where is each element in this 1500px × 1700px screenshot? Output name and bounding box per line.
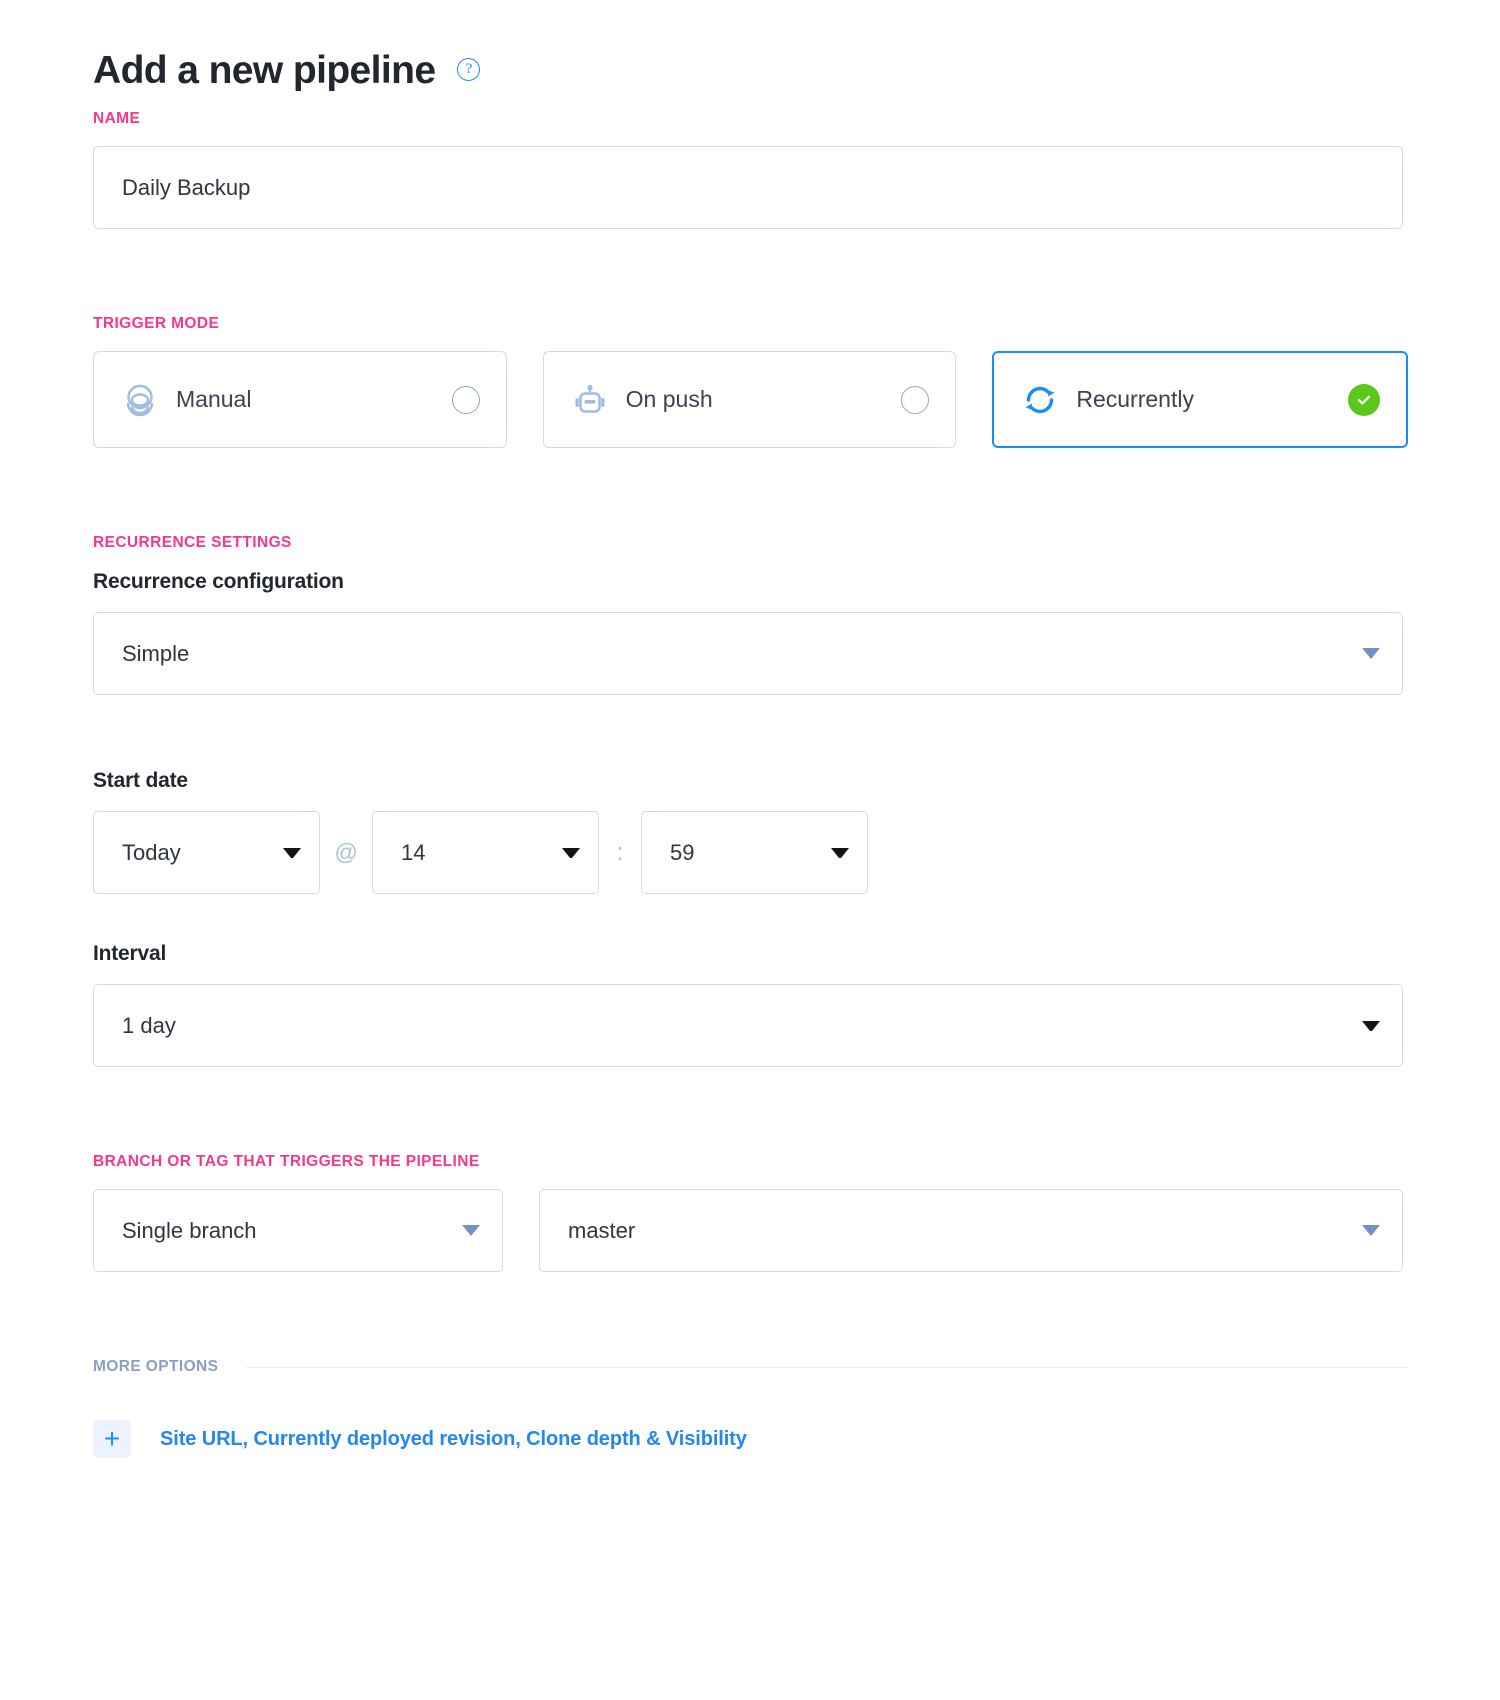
more-options-expand-link[interactable]: Site URL, Currently deployed revision, C… (160, 1428, 747, 1451)
trigger-mode-label: TRIGGER MODE (93, 315, 1408, 333)
branch-row: Single branch master (93, 1189, 1408, 1272)
recurrence-settings-section: RECURRENCE SETTINGS Recurrence configura… (93, 534, 1408, 1067)
start-time-hour-value: 14 (401, 840, 552, 866)
chevron-down-icon (1362, 1225, 1380, 1236)
radio-manual[interactable] (452, 386, 480, 414)
interval-label: Interval (93, 942, 1408, 966)
trigger-option-manual-label: Manual (176, 386, 452, 413)
add-pipeline-page: Add a new pipeline ? NAME Daily Backup T… (0, 0, 1500, 1700)
chevron-down-icon (562, 848, 580, 858)
chevron-down-icon (283, 848, 301, 858)
start-date-day-select[interactable]: Today (93, 811, 320, 894)
trigger-mode-section: TRIGGER MODE Manual (93, 315, 1408, 448)
page-header: Add a new pipeline ? (93, 0, 1408, 110)
more-options-section: MORE OPTIONS + Site URL, Currently deplo… (93, 1358, 1408, 1458)
trigger-option-manual[interactable]: Manual (93, 351, 507, 448)
chevron-down-icon (831, 848, 849, 858)
chevron-down-icon (1362, 1021, 1380, 1031)
form-content: Add a new pipeline ? NAME Daily Backup T… (93, 0, 1408, 1458)
hand-stack-icon (120, 380, 160, 420)
page-title: Add a new pipeline (93, 50, 435, 93)
trigger-option-recurrently-label: Recurrently (1076, 386, 1348, 413)
name-section: NAME Daily Backup (93, 110, 1408, 229)
start-time-hour-select[interactable]: 14 (372, 811, 599, 894)
recurrence-configuration-select[interactable]: Simple (93, 612, 1403, 695)
start-date-label: Start date (93, 769, 1408, 793)
start-date-day-value: Today (122, 840, 273, 866)
recurrence-settings-label: RECURRENCE SETTINGS (93, 534, 1408, 552)
at-separator: @ (320, 839, 372, 866)
divider (246, 1367, 1408, 1368)
branch-label: BRANCH OR TAG THAT TRIGGERS THE PIPELINE (93, 1153, 1408, 1171)
radio-on-push[interactable] (901, 386, 929, 414)
name-label: NAME (93, 110, 1408, 128)
pipeline-name-input[interactable]: Daily Backup (93, 146, 1403, 229)
more-options-header: MORE OPTIONS (93, 1358, 1408, 1376)
trigger-option-on-push[interactable]: On push (543, 351, 957, 448)
refresh-circular-arrows-icon (1020, 380, 1060, 420)
chevron-down-icon (462, 1225, 480, 1236)
branch-section: BRANCH OR TAG THAT TRIGGERS THE PIPELINE… (93, 1153, 1408, 1272)
branch-name-value: master (568, 1218, 1352, 1244)
recurrence-configuration-label: Recurrence configuration (93, 570, 1408, 594)
trigger-option-recurrently[interactable]: Recurrently (992, 351, 1408, 448)
more-options-label: MORE OPTIONS (93, 1358, 218, 1376)
interval-value: 1 day (122, 1013, 1352, 1039)
chevron-down-icon (1362, 648, 1380, 659)
start-date-row: Today @ 14 : 59 (93, 811, 1408, 894)
start-time-minute-select[interactable]: 59 (641, 811, 868, 894)
interval-select[interactable]: 1 day (93, 984, 1403, 1067)
start-time-minute-value: 59 (670, 840, 821, 866)
branch-scope-select[interactable]: Single branch (93, 1189, 503, 1272)
question-mark-circle-icon[interactable]: ? (457, 58, 480, 81)
robot-icon (570, 380, 610, 420)
trigger-mode-options: Manual On push (93, 351, 1408, 448)
branch-name-select[interactable]: master (539, 1189, 1403, 1272)
trigger-option-on-push-label: On push (626, 386, 902, 413)
branch-scope-value: Single branch (122, 1218, 452, 1244)
colon-separator: : (599, 839, 641, 867)
more-options-expand-row[interactable]: + Site URL, Currently deployed revision,… (93, 1420, 1408, 1458)
plus-icon[interactable]: + (93, 1420, 131, 1458)
recurrence-configuration-value: Simple (122, 641, 1352, 667)
radio-recurrently-selected[interactable] (1348, 384, 1380, 416)
